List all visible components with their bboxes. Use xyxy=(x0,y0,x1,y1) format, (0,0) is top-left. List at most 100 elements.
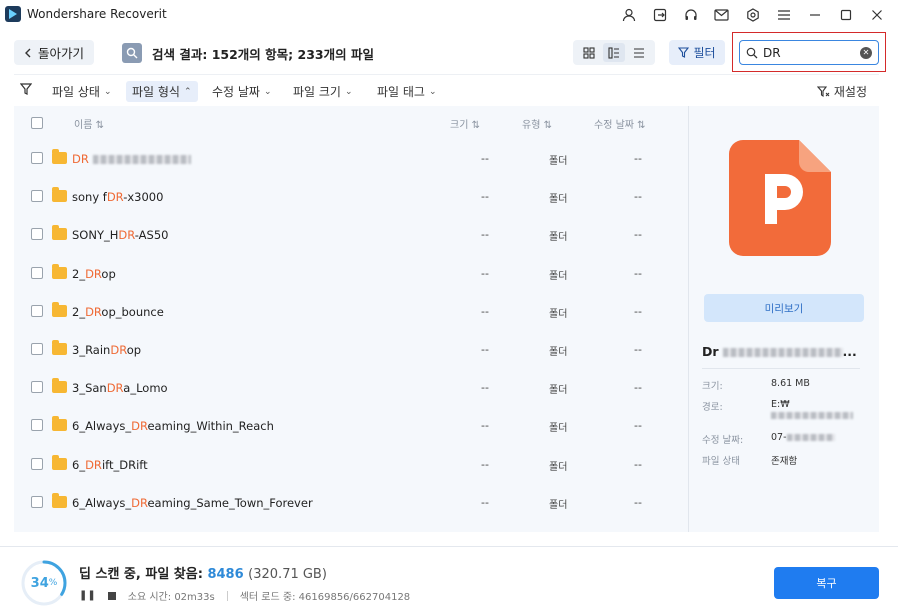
search-icon xyxy=(746,47,758,58)
back-button[interactable]: 돌아가기 xyxy=(14,40,94,65)
column-size[interactable]: 크기 ⇅ xyxy=(450,116,480,131)
file-date: -- xyxy=(634,152,642,165)
filter-modified-date[interactable]: 수정 날짜 ⌄ xyxy=(206,81,278,102)
status-bar: 34% 딥 스캔 중, 파일 찾음: 8486 (320.71 GB) ❚❚ 소… xyxy=(0,546,898,616)
filter-button[interactable]: 필터 xyxy=(669,40,725,65)
column-name[interactable]: 이름 ⇅ xyxy=(74,116,104,131)
folder-icon xyxy=(52,149,67,164)
preview-file-name: Dr... xyxy=(702,344,857,359)
row-checkbox[interactable] xyxy=(31,343,43,355)
file-type: 폴더 xyxy=(549,156,568,167)
file-size: -- xyxy=(481,266,489,280)
table-row[interactable]: 6_Always_DReaming_Same_Town_Forever -- 폴더 -… xyxy=(14,484,688,522)
filter-file-size[interactable]: 파일 크기 ⌄ xyxy=(287,81,359,102)
settings-icon[interactable] xyxy=(737,4,768,26)
menu-icon[interactable] xyxy=(768,4,799,26)
file-date: -- xyxy=(634,228,642,242)
app-title: Wondershare Recoverit xyxy=(27,7,167,21)
scan-controls: ❚❚ 소요 시간: 02m33s 섹터 로드 중: 46169856/66270… xyxy=(79,588,410,603)
view-mode-group xyxy=(573,40,655,65)
preview-panel: 미리보기 Dr... 크기: 8.61 MB 경로: E:₩ 수정 날짜: 07… xyxy=(688,106,879,532)
divider xyxy=(702,368,860,369)
file-size: -- xyxy=(481,190,489,204)
column-type[interactable]: 유형 ⇅ xyxy=(522,116,552,131)
size-value: 8.61 MB xyxy=(771,378,810,389)
preview-button[interactable]: 미리보기 xyxy=(704,294,864,322)
row-checkbox[interactable] xyxy=(31,266,43,279)
filter-file-type[interactable]: 파일 형식 ⌃ xyxy=(126,81,198,102)
reset-filters-button[interactable]: 재설정 xyxy=(816,83,867,100)
sector-progress: 섹터 로드 중: 46169856/662704128 xyxy=(239,592,411,603)
row-checkbox[interactable] xyxy=(31,304,43,317)
user-icon[interactable] xyxy=(613,4,644,26)
column-date[interactable]: 수정 날짜 ⇅ xyxy=(594,116,646,131)
select-all-checkbox[interactable] xyxy=(31,117,43,129)
folder-icon xyxy=(52,225,67,241)
filter-file-tag[interactable]: 파일 태그 ⌄ xyxy=(371,81,443,102)
stop-icon[interactable] xyxy=(107,591,116,600)
clear-search-icon[interactable]: ✕ xyxy=(860,46,872,59)
window-controls xyxy=(613,4,892,26)
file-date: -- xyxy=(634,419,642,433)
file-date: -- xyxy=(634,304,642,318)
row-checkbox[interactable] xyxy=(31,190,43,203)
grid-view-button[interactable] xyxy=(578,43,600,62)
search-field[interactable]: ✕ xyxy=(739,40,879,65)
title-bar: Wondershare Recoverit xyxy=(0,0,898,30)
row-checkbox[interactable] xyxy=(31,381,43,394)
status-label: 파일 상태 xyxy=(702,456,740,467)
table-row[interactable]: 2_DRop -- 폴더 -- xyxy=(14,255,688,293)
headset-icon[interactable] xyxy=(675,4,706,26)
table-row[interactable]: 6_DRift_DRift -- 폴더 -- xyxy=(14,446,688,484)
chevron-up-icon: ⌃ xyxy=(183,86,192,97)
export-icon[interactable] xyxy=(644,4,675,26)
maximize-icon[interactable] xyxy=(830,4,861,26)
file-type: 폴더 xyxy=(549,385,568,397)
restore-button[interactable]: 복구 xyxy=(774,567,879,599)
row-checkbox[interactable] xyxy=(31,228,43,241)
back-label: 돌아가기 xyxy=(37,46,84,61)
search-result-text: 검색 결과: 152개의 항목; 233개의 파일 xyxy=(152,46,374,62)
row-checkbox[interactable] xyxy=(31,419,43,432)
table-row[interactable]: 3_SanDRa_Lomo -- 폴더 -- xyxy=(14,369,688,407)
status-value: 존재함 xyxy=(771,456,798,467)
detail-list-icon xyxy=(608,46,619,59)
row-checkbox[interactable] xyxy=(31,457,43,470)
chevron-left-icon xyxy=(24,48,31,57)
search-input[interactable] xyxy=(763,45,855,60)
scan-status: 딥 스캔 중, 파일 찾음: 8486 (320.71 GB) xyxy=(79,567,327,582)
file-size: -- xyxy=(481,152,489,165)
folder-icon xyxy=(52,340,67,355)
list-view-button[interactable] xyxy=(628,43,650,62)
filter-label: 파일 상태 xyxy=(52,85,100,99)
row-checkbox[interactable] xyxy=(31,152,43,164)
table-row[interactable]: 2_DRop_bounce -- 폴더 -- xyxy=(14,293,688,331)
file-type: 폴더 xyxy=(549,194,568,206)
table-row[interactable]: 6_Always_DReaming_Within_Reach -- 폴더 -- xyxy=(14,407,688,445)
table-row[interactable]: 3_RainDRop -- 폴더 -- xyxy=(14,331,688,369)
folder-icon xyxy=(52,301,67,317)
pause-icon[interactable]: ❚❚ xyxy=(79,590,96,601)
list-header: 이름 ⇅ 크기 ⇅ 유형 ⇅ 수정 날짜 ⇅ xyxy=(14,106,688,140)
folder-icon xyxy=(52,492,67,508)
table-row[interactable]: sony fDR-x3000 -- 폴더 -- xyxy=(14,178,688,216)
file-type: 폴더 xyxy=(549,308,568,320)
row-checkbox[interactable] xyxy=(31,495,43,508)
file-size: -- xyxy=(481,228,489,242)
file-name: sony fDR-x3000 xyxy=(72,190,164,205)
obscured-text xyxy=(92,155,191,164)
table-row[interactable]: DR -- 폴더 -- xyxy=(14,140,688,178)
close-icon[interactable] xyxy=(861,4,892,26)
progress-percent: 34% xyxy=(30,575,58,591)
file-name: 3_RainDRop xyxy=(72,343,142,357)
file-size: -- xyxy=(481,457,489,471)
mail-icon[interactable] xyxy=(706,4,737,26)
filter-funnel-icon xyxy=(19,83,33,99)
found-size: (320.71 GB) xyxy=(248,567,327,582)
minimize-icon[interactable] xyxy=(799,4,830,26)
table-row[interactable]: SONY_HDR-AS50 -- 폴더 -- xyxy=(14,216,688,254)
detail-view-button[interactable] xyxy=(602,43,625,62)
filter-file-status[interactable]: 파일 상태 ⌄ xyxy=(46,81,118,102)
folder-icon xyxy=(52,187,67,203)
folder-icon xyxy=(52,263,67,279)
